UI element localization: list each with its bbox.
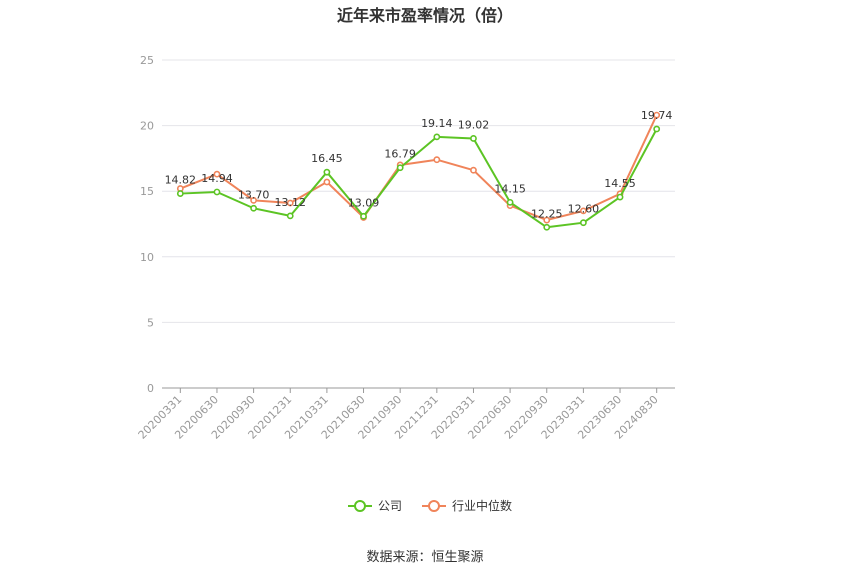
data-point xyxy=(213,188,221,196)
data-label: 14.55 xyxy=(604,177,636,190)
y-axis: 0 5 10 15 20 25 xyxy=(140,54,154,395)
x-axis: 2020033120200630202009302020123120210331… xyxy=(136,387,675,442)
data-label: 19.02 xyxy=(458,118,490,131)
data-label: 16.45 xyxy=(311,152,343,165)
data-source: 数据来源：恒生聚源 xyxy=(366,550,484,565)
data-point xyxy=(579,219,587,227)
data-point xyxy=(176,190,184,197)
data-point xyxy=(250,204,258,212)
legend-label: 公司 xyxy=(378,499,402,513)
data-point xyxy=(653,125,661,133)
legend[interactable]: 公司 行业中位数 xyxy=(348,498,512,513)
legend-marker xyxy=(354,500,366,512)
data-label: 19.14 xyxy=(421,117,453,130)
data-point xyxy=(506,198,514,206)
data-label: 14.82 xyxy=(165,174,197,187)
data-point xyxy=(433,156,441,164)
data-point xyxy=(286,212,294,220)
y-tick-label: 15 xyxy=(140,185,154,198)
y-tick-label: 20 xyxy=(140,120,154,133)
legend-item[interactable]: 行业中位数 xyxy=(422,498,512,513)
data-point xyxy=(323,178,331,186)
data-point xyxy=(360,212,367,220)
legend-item[interactable]: 公司 xyxy=(348,499,402,513)
data-point xyxy=(470,135,477,142)
y-tick-label: 10 xyxy=(140,251,154,264)
data-label: 16.79 xyxy=(384,148,416,161)
legend-label: 行业中位数 xyxy=(452,498,512,513)
data-label: 14.94 xyxy=(201,172,233,185)
data-point xyxy=(396,164,404,172)
data-label: 14.15 xyxy=(494,182,526,195)
y-tick-label: 25 xyxy=(140,54,154,67)
data-label: 13.12 xyxy=(275,196,307,209)
y-tick-label: 0 xyxy=(147,382,154,395)
data-point xyxy=(543,223,551,231)
y-tick-label: 5 xyxy=(147,316,154,329)
data-point xyxy=(470,166,477,174)
legend-marker xyxy=(428,500,440,512)
data-label: 19.74 xyxy=(641,109,673,122)
data-label: 12.60 xyxy=(568,203,600,216)
data-point xyxy=(323,168,331,176)
data-label: 13.70 xyxy=(238,188,270,201)
data-point xyxy=(616,193,624,201)
data-label: 12.25 xyxy=(531,207,563,220)
line-chart: 0 5 10 15 20 25 20200331202006302020093020201… xyxy=(136,54,675,513)
data-point xyxy=(433,133,441,141)
data-label: 13.09 xyxy=(348,196,380,209)
